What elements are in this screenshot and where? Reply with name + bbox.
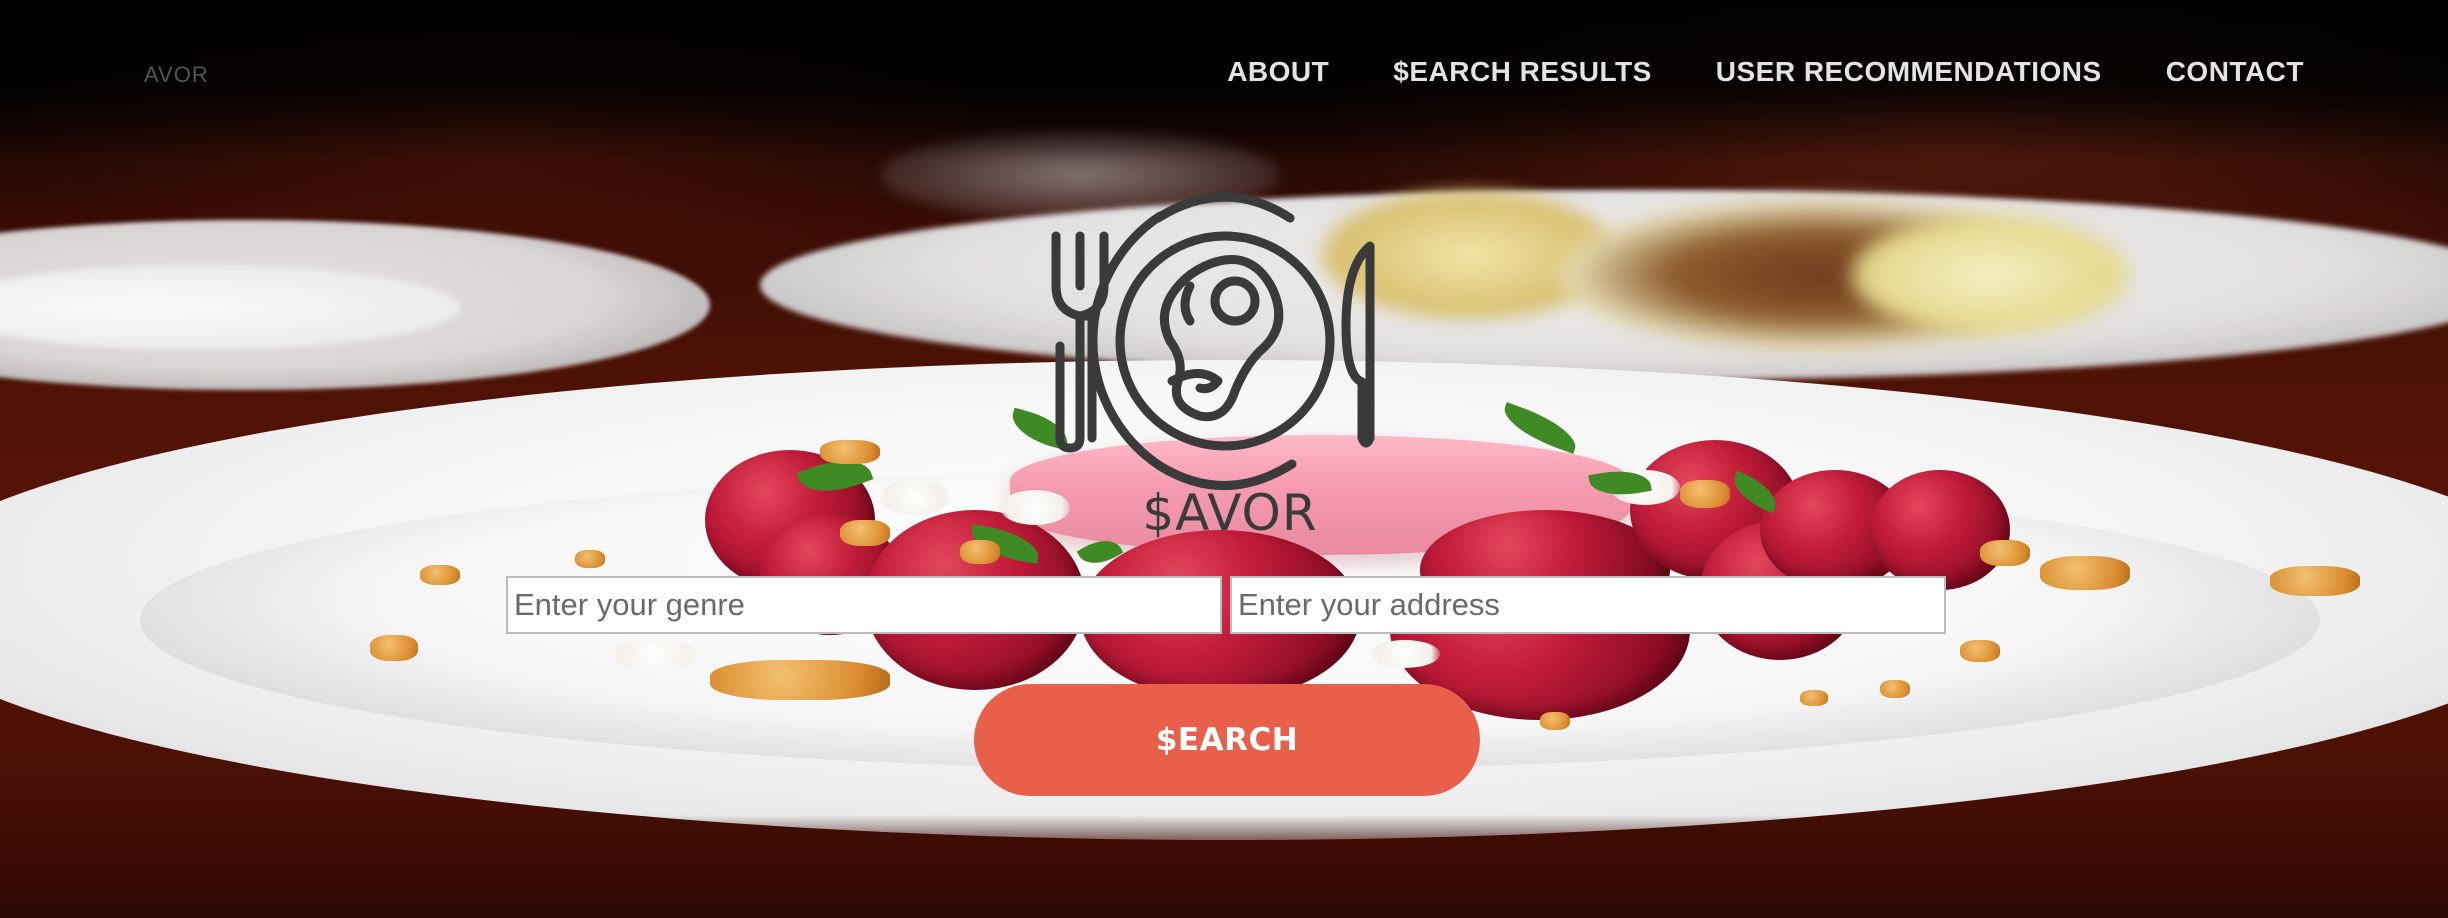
address-input[interactable] <box>1230 576 1946 634</box>
nav-link-contact[interactable]: CONTACT <box>2166 56 2304 88</box>
cream-dollop <box>610 640 700 670</box>
cream-dollop <box>880 480 950 515</box>
crumble <box>1680 480 1730 508</box>
crumble <box>575 550 605 568</box>
crumble <box>1540 712 1570 730</box>
main-nav: ABOUT $EARCH RESULTS USER RECOMMENDATION… <box>1227 56 2304 88</box>
search-button[interactable]: $EARCH <box>974 684 1480 796</box>
logo-wordmark: $AVOR <box>1142 484 1318 542</box>
crumble <box>1980 540 2030 566</box>
genre-input[interactable] <box>506 576 1222 634</box>
nav-link-about[interactable]: ABOUT <box>1227 56 1329 88</box>
crumble <box>2270 566 2360 596</box>
raspberry <box>1870 470 2010 590</box>
crumble <box>1960 640 2000 662</box>
cream-dollop <box>1370 640 1440 668</box>
crumble <box>2040 556 2130 590</box>
nav-link-search-results[interactable]: $EARCH RESULTS <box>1393 56 1652 88</box>
table-surface <box>0 815 2448 918</box>
crumble <box>840 520 890 546</box>
nav-link-user-recommendations[interactable]: USER RECOMMENDATIONS <box>1716 56 2102 88</box>
landing-page: AVOR ABOUT $EARCH RESULTS USER RECOMMEND… <box>0 0 2448 918</box>
crumble <box>1800 690 1828 706</box>
crumble <box>710 660 890 700</box>
plate-fork-knife-icon <box>1051 192 1375 490</box>
crumble <box>1880 680 1910 698</box>
crumble <box>820 440 880 464</box>
background-food <box>1850 215 2130 335</box>
crumble <box>420 565 460 585</box>
crumble <box>960 540 1000 564</box>
brand-logo-text[interactable]: AVOR <box>144 62 209 88</box>
crumble <box>370 635 418 661</box>
